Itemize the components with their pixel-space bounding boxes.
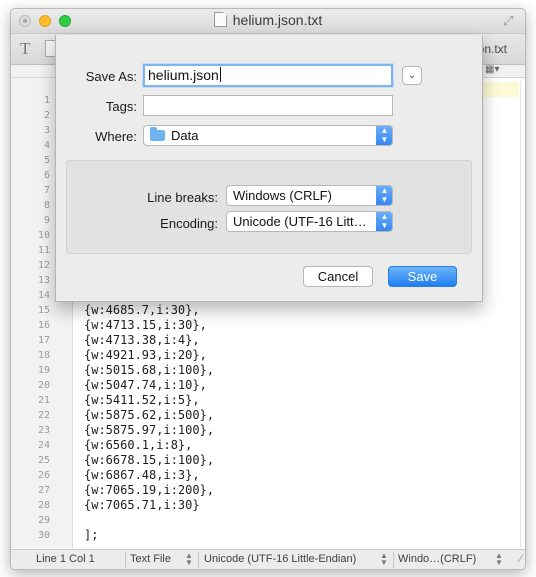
vertical-scrollbar[interactable] [520,81,521,547]
code-line: ]; [84,528,99,542]
window-title-group: helium.json.txt [11,12,525,28]
encoding-status[interactable]: Unicode (UTF-16 Little-Endian) [204,553,356,565]
line-number: 1 [43,95,50,106]
line-number: 25 [37,455,50,466]
code-line: {w:7065.19,i:200}, [84,483,215,497]
line-number: 17 [37,335,50,346]
code-line: {w:5875.62,i:500}, [84,408,215,422]
line-number: 24 [37,440,50,451]
line-number: 29 [37,515,50,526]
resize-grip-icon[interactable]: ∕ [520,553,522,565]
line-number: 8 [43,200,50,211]
where-popup[interactable]: Data ▲ ▼ [143,125,393,146]
where-label: Where: [95,129,137,144]
format-options-panel: Line breaks: Windows (CRLF) ▲ ▼ Encoding:… [66,160,472,254]
line-number: 26 [37,470,50,481]
line-number: 28 [37,500,50,511]
line-number: 2 [43,110,50,121]
line-breaks-label: Line breaks: [147,190,218,205]
status-divider [393,552,394,568]
syntax-mode[interactable]: Text File [130,553,171,565]
code-line: {w:5411.52,i:5}, [84,393,200,407]
code-line: {w:4713.15,i:30}, [84,318,207,332]
line-number: 18 [37,350,50,361]
line-number: 3 [43,125,50,136]
line-endings-status[interactable]: Windo…(CRLF) [398,553,476,565]
folder-icon [150,127,165,141]
cancel-button[interactable]: Cancel [303,266,373,287]
fullscreen-icon[interactable]: ⤢ [503,14,517,28]
encoding-label: Encoding: [160,216,218,231]
code-line: {w:5047.74,i:10}, [84,378,207,392]
popup-arrows-icon: ▲ ▼ [376,186,392,205]
line-number: 14 [37,290,50,301]
save-as-label: Save As: [85,69,137,84]
line-number: 7 [43,185,50,196]
code-line: {w:4685.7,i:30}, [84,303,200,317]
line-number: 12 [37,260,50,271]
line-number: 5 [43,155,50,166]
save-as-input[interactable]: helium.json [143,64,393,87]
save-dialog: Save As: helium.json ⌄ Tags: Where: Data… [55,35,483,302]
save-as-value: helium.json [148,67,219,83]
tags-input[interactable] [143,95,393,116]
popup-arrows-icon: ▲ ▼ [376,212,392,231]
line-number: 10 [37,230,50,241]
text-format-icon[interactable]: T [20,39,30,59]
editor-window: helium.json.txt ⤢ T json.txt ▦▾ 12345678… [10,8,526,570]
line-number: 21 [37,395,50,406]
line-number: 6 [43,170,50,181]
cursor-position[interactable]: Line 1 Col 1 [36,553,95,565]
line-breaks-value: Windows (CRLF) [233,188,332,203]
status-divider [125,552,126,568]
line-number: 20 [37,380,50,391]
status-bar: Line 1 Col 1 Text File ▲ ▼ Unicode (UTF-1… [11,549,525,569]
line-number: 16 [37,320,50,331]
line-number: 23 [37,425,50,436]
line-number: 11 [37,245,50,256]
line-number: 4 [43,140,50,151]
code-line: {w:6678.15,i:100}, [84,453,215,467]
code-line: {w:4921.93,i:20}, [84,348,207,362]
encoding-popup[interactable]: Unicode (UTF-16 Litt… ▲ ▼ [226,211,393,232]
syntax-arrows-icon[interactable]: ▲ ▼ [185,552,193,567]
code-line: {w:4713.38,i:4}, [84,333,200,347]
code-line: {w:5875.97,i:100}, [84,423,215,437]
popup-arrows-icon: ▲ ▼ [376,126,392,145]
encoding-value: Unicode (UTF-16 Litt… [233,214,367,229]
window-title: helium.json.txt [232,12,323,28]
line-number: 27 [37,485,50,496]
line-number: 9 [43,215,50,226]
expand-chevron-icon[interactable]: ⌄ [402,66,422,85]
line-breaks-popup[interactable]: Windows (CRLF) ▲ ▼ [226,185,393,206]
where-value: Data [171,128,199,143]
document-icon [213,12,227,27]
line-number: 22 [37,410,50,421]
status-divider [198,552,199,568]
line-number: 13 [37,275,50,286]
line-number: 19 [37,365,50,376]
tags-label: Tags: [105,99,137,114]
text-caret [219,67,221,82]
line-number: 30 [37,530,50,541]
title-bar[interactable]: helium.json.txt ⤢ [11,9,525,34]
code-line: {w:5015.68,i:100}, [84,363,215,377]
code-line: {w:6867.48,i:3}, [84,468,200,482]
ruler-options-icon[interactable]: ▦▾ [485,64,507,78]
line-number: 15 [37,305,50,316]
encoding-arrows-icon[interactable]: ▲ ▼ [380,552,388,567]
code-line: {w:6560.1,i:8}, [84,438,193,452]
code-line: {w:7065.71,i:30} [84,498,200,512]
line-endings-arrows-icon[interactable]: ▲ ▼ [495,552,503,567]
save-button[interactable]: Save [388,266,457,287]
